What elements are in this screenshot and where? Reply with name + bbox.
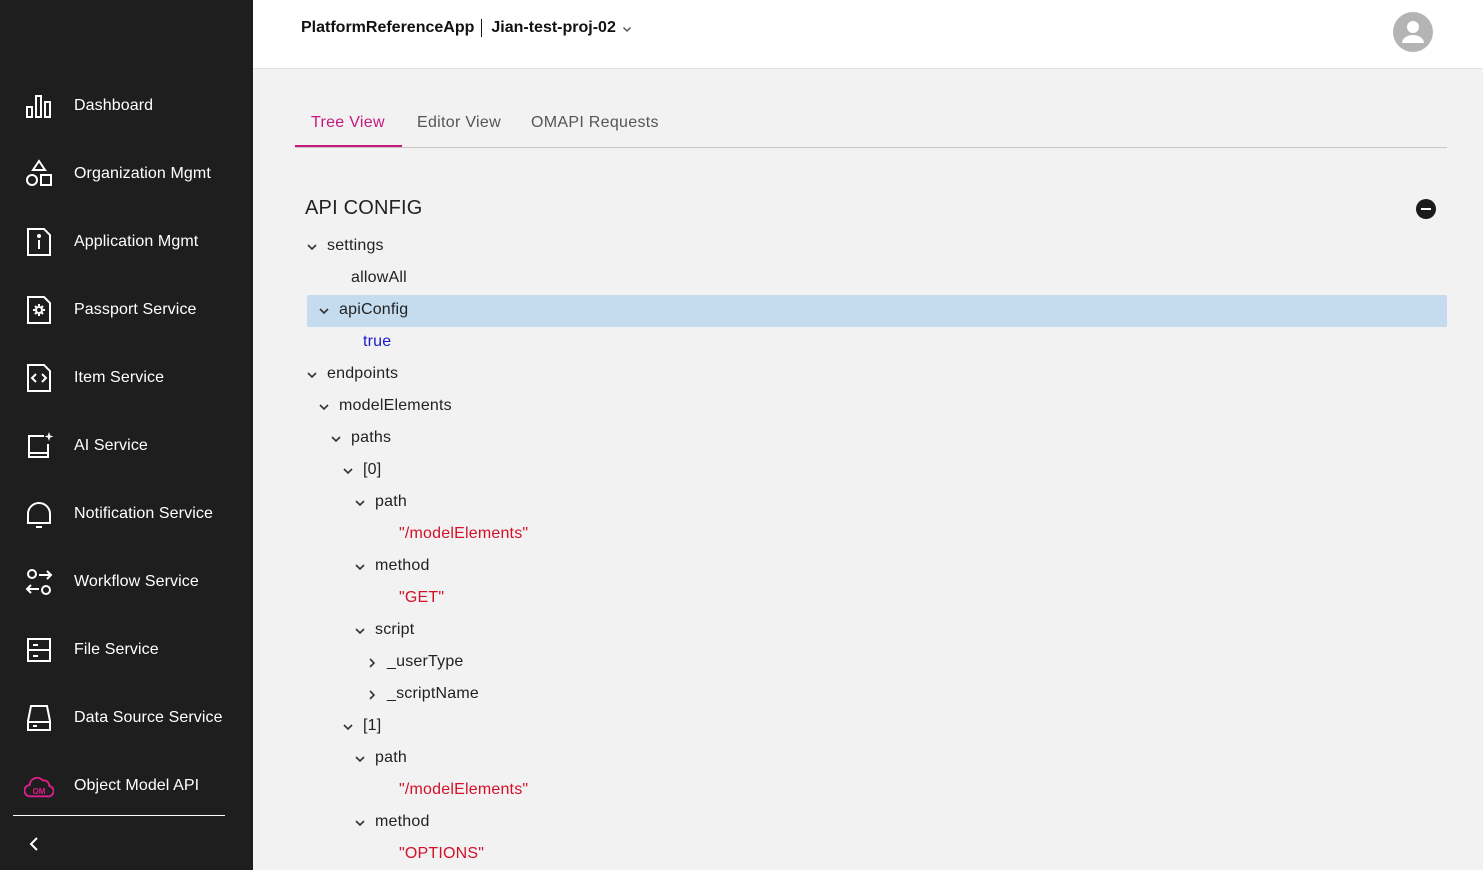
tree-row[interactable]: _scriptName: [0, 679, 1483, 711]
chevron-right-icon[interactable]: [365, 688, 379, 702]
tree-key: allowAll: [351, 269, 407, 286]
tree-key: method: [375, 813, 430, 830]
tree-row[interactable]: method: [0, 551, 1483, 583]
tree-row[interactable]: apiConfig: [0, 295, 1483, 327]
tree-key: path: [375, 493, 407, 510]
section-title: API CONFIG: [305, 197, 423, 219]
tree-key: path: [375, 749, 407, 766]
tree-value: "/modelElements": [399, 525, 529, 542]
tree-key: paths: [351, 429, 392, 446]
active-tab-indicator: [295, 145, 402, 147]
chevron-right-icon[interactable]: [365, 656, 379, 670]
row-highlight: [307, 295, 1447, 327]
chevron-down-icon[interactable]: [341, 720, 355, 734]
chevron-down-icon[interactable]: [329, 432, 343, 446]
shapes-icon: [24, 159, 54, 189]
tree-key: settings: [327, 237, 384, 254]
tree-row[interactable]: "/modelElements": [0, 519, 1483, 551]
sidebar-item-dashboard[interactable]: Dashboard: [0, 78, 253, 134]
sidebar-item-label: Dashboard: [74, 97, 154, 114]
top-header: PlatformReferenceApp Jian-test-proj-02: [253, 0, 1483, 69]
tree-key: script: [375, 621, 415, 638]
tree-row[interactable]: modelElements: [0, 391, 1483, 423]
user-icon: [1402, 21, 1424, 43]
bar-chart-icon: [24, 91, 54, 121]
tree-key: apiConfig: [339, 301, 409, 318]
tree-row[interactable]: [1]: [0, 711, 1483, 743]
tree-row[interactable]: paths: [0, 423, 1483, 455]
chevron-down-icon[interactable]: [341, 464, 355, 478]
tree-row[interactable]: script: [0, 615, 1483, 647]
tree-row[interactable]: method: [0, 807, 1483, 839]
tree-row[interactable]: "/modelElements": [0, 775, 1483, 807]
tree-row[interactable]: settings: [0, 231, 1483, 263]
chevron-down-icon[interactable]: [305, 368, 319, 382]
tab-tree-view[interactable]: Tree View: [311, 114, 385, 132]
tab-editor-view[interactable]: Editor View: [417, 114, 501, 132]
app-name: PlatformReferenceApp: [301, 19, 475, 36]
collapse-section-button[interactable]: [1416, 199, 1436, 219]
chevron-down-icon[interactable]: [317, 304, 331, 318]
tree-value: "OPTIONS": [399, 845, 485, 862]
tree-key: endpoints: [327, 365, 399, 382]
project-selector[interactable]: Jian-test-proj-02: [491, 19, 631, 37]
tree-row[interactable]: path: [0, 487, 1483, 519]
breadcrumb: PlatformReferenceApp Jian-test-proj-02: [301, 19, 632, 37]
chevron-down-icon[interactable]: [353, 560, 367, 574]
tree-row[interactable]: allowAll: [0, 263, 1483, 295]
chevron-down-icon[interactable]: [353, 816, 367, 830]
chevron-down-icon[interactable]: [353, 752, 367, 766]
chevron-down-icon: [622, 26, 631, 33]
tree-row[interactable]: path: [0, 743, 1483, 775]
chevron-down-icon[interactable]: [353, 624, 367, 638]
sidebar-item-organization-mgmt[interactable]: Organization Mgmt: [0, 146, 253, 202]
tree-value: true: [363, 333, 392, 350]
tab-omapi-requests[interactable]: OMAPI Requests: [531, 114, 659, 132]
tree-row[interactable]: endpoints: [0, 359, 1483, 391]
tree-row[interactable]: [0]: [0, 455, 1483, 487]
chevron-down-icon[interactable]: [305, 240, 319, 254]
tree-key: method: [375, 557, 430, 574]
tree-key: [0]: [363, 461, 382, 478]
tree-row[interactable]: true: [0, 327, 1483, 359]
tree-value: "GET": [399, 589, 445, 606]
sidebar-item-label: Organization Mgmt: [74, 165, 211, 182]
chevron-down-icon[interactable]: [317, 400, 331, 414]
tree-key: modelElements: [339, 397, 452, 414]
tree-row[interactable]: "OPTIONS": [0, 839, 1483, 870]
user-avatar[interactable]: [1393, 12, 1433, 52]
tree-key: _scriptName: [387, 685, 480, 702]
project-name: Jian-test-proj-02: [491, 19, 616, 36]
tree-row[interactable]: _userType: [0, 647, 1483, 679]
tree-row[interactable]: "GET": [0, 583, 1483, 615]
breadcrumb-divider: [481, 19, 483, 37]
view-tabs: Tree View Editor View OMAPI Requests: [295, 98, 1447, 148]
tree-value: "/modelElements": [399, 781, 529, 798]
chevron-down-icon[interactable]: [353, 496, 367, 510]
tree-key: _userType: [387, 653, 464, 670]
tree-key: [1]: [363, 717, 382, 734]
